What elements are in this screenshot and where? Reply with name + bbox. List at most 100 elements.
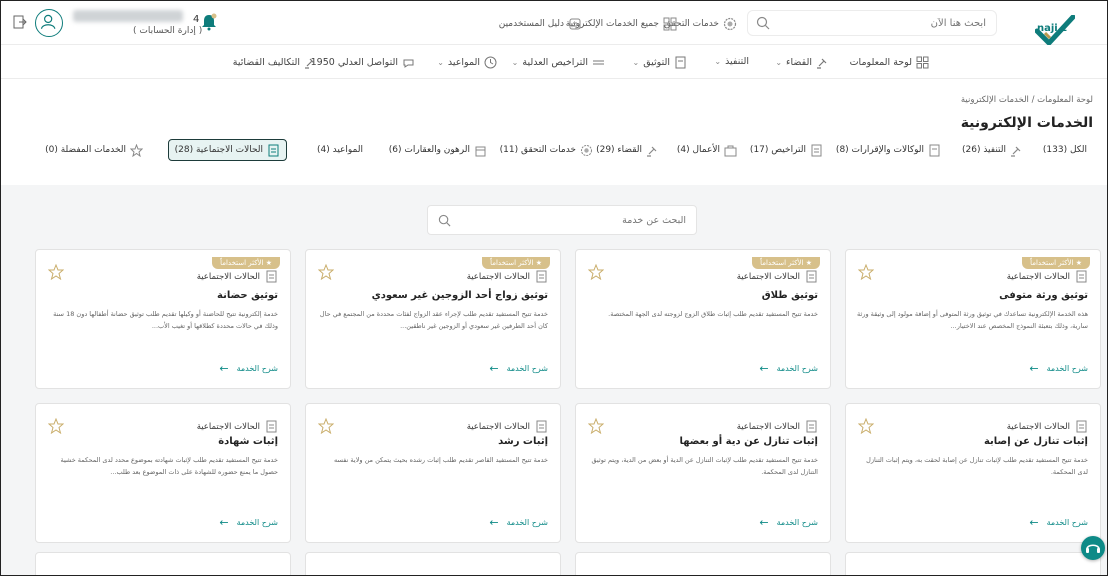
tab-social-status[interactable]: الحالات الاجتماعية (28) [167, 139, 287, 161]
tab-judiciary[interactable]: القضاء (29) [590, 139, 665, 161]
logout-icon[interactable] [13, 15, 27, 29]
nav-judicial-contact[interactable]: التواصل العدلي 1950 [311, 56, 415, 69]
social-doc-icon [806, 420, 817, 433]
tab-licenses[interactable]: التراخيص (17) [744, 139, 829, 161]
nav-judicial-licenses[interactable]: التراخيص العدلية ⌄ [512, 56, 605, 69]
service-details-label: شرح الخدمة [236, 518, 278, 527]
tab-agencies[interactable]: الوكالات والإقرارات (8) [830, 139, 947, 161]
service-card[interactable]: الحالات الاجتماعية إثبات رشد خدمة تتيح ا… [305, 403, 561, 543]
najiz-logo[interactable]: naji z [1029, 9, 1089, 47]
top-search-input[interactable] [776, 11, 986, 35]
user-avatar[interactable] [35, 9, 63, 37]
gavel-icon [1011, 146, 1021, 157]
headset-icon [1086, 544, 1100, 553]
service-card[interactable]: ★ الأكثر استخداماً الحالات الاجتماعية تو… [35, 249, 291, 389]
card-category: الحالات الاجتماعية [1007, 420, 1088, 433]
nav-enforcement[interactable]: التنفيذ ⌄ [714, 56, 749, 67]
top-search-box[interactable] [747, 10, 997, 36]
nav-judicial-costs[interactable]: التكاليف القضائية [233, 56, 317, 69]
verify-badge-icon [581, 144, 592, 156]
nav-judicial-licenses-label: التراخيص العدلية [522, 57, 588, 68]
main-nav: لوحة المعلومات القضاء ⌄ التنفيذ ⌄ التوثي… [1, 45, 1107, 79]
service-card-partial[interactable] [575, 552, 831, 575]
favorite-star-icon[interactable] [858, 264, 874, 280]
card-category-label: الحالات الاجتماعية [196, 421, 260, 432]
top-header: naji z خدمات التحقق جميع الخدمات ال [1, 1, 1107, 47]
card-category-label: الحالات الاجتماعية [1006, 421, 1070, 432]
verify-badge-icon [723, 17, 737, 31]
manage-accounts-link[interactable]: ( إدارة الحسابات ) [133, 26, 202, 36]
service-details-link[interactable]: شرح الخدمة ← [1029, 362, 1088, 375]
support-chat-button[interactable] [1081, 536, 1105, 560]
service-card[interactable]: ★ الأكثر استخداماً الحالات الاجتماعية تو… [575, 249, 831, 389]
favorite-star-icon[interactable] [48, 264, 64, 280]
gavel-icon [817, 58, 827, 69]
nav-documentation[interactable]: التوثيق ⌄ [633, 56, 687, 69]
breadcrumb[interactable]: لوحة المعلومات / الخدمات الإلكترونية [961, 95, 1093, 105]
favorite-star-icon[interactable] [858, 418, 874, 434]
dashboard-icon [916, 56, 929, 69]
service-card-partial[interactable] [305, 552, 561, 575]
nav-dashboard[interactable]: لوحة المعلومات [850, 56, 929, 69]
card-description: خدمة تتيح المستفيد تقديم طلب إثبات طلاق … [608, 310, 818, 318]
nav-enforcement-label: التنفيذ [725, 56, 749, 67]
service-details-link[interactable]: شرح الخدمة ← [759, 516, 818, 529]
favorite-star-icon[interactable] [318, 418, 334, 434]
service-card-partial[interactable] [845, 552, 1101, 575]
tab-mortgages[interactable]: الرهون والعقارات (6) [383, 139, 493, 161]
tab-enforcement[interactable]: التنفيذ (26) [956, 139, 1029, 161]
card-description: خدمة تتيح المستفيد تقديم طلب لإثبات شهاد… [60, 456, 278, 476]
nav-judiciary[interactable]: القضاء ⌄ [775, 56, 829, 69]
tab-business[interactable]: الأعمال (4) [671, 139, 743, 161]
service-card[interactable]: ★ الأكثر استخداماً الحالات الاجتماعية تو… [305, 249, 561, 389]
service-card[interactable]: الحالات الاجتماعية إثبات تنازل عن إصابة … [845, 403, 1101, 543]
nav-judicial-contact-label: التواصل العدلي 1950 [310, 57, 398, 68]
social-doc-icon [266, 270, 277, 283]
tab-judiciary-label: القضاء (29) [596, 145, 642, 155]
card-description: هذه الخدمة الإلكترونية تساعدك في توثيق و… [857, 310, 1088, 330]
search-icon [756, 16, 770, 30]
license-icon [593, 60, 604, 65]
card-category-label: الحالات الاجتماعية [196, 271, 260, 282]
service-search-input[interactable] [466, 206, 686, 234]
card-category: الحالات الاجتماعية [197, 270, 278, 283]
notification-bell-icon[interactable] [201, 13, 217, 31]
social-doc-icon [536, 420, 547, 433]
card-title: توثيق حضانة [217, 290, 278, 301]
all-services-link[interactable]: جميع الخدمات الإلكترونية [566, 17, 677, 31]
service-card[interactable]: الحالات الاجتماعية إثبات تنازل عن دية أو… [575, 403, 831, 543]
service-details-link[interactable]: شرح الخدمة ← [1029, 516, 1088, 529]
arrow-left-icon: ← [489, 362, 499, 375]
service-details-link[interactable]: شرح الخدمة ← [489, 362, 548, 375]
card-description: خدمة تتيح المستفيد تقديم طلب لإثبات التن… [591, 456, 818, 476]
nav-appointments[interactable]: المواعيد ⌄ [437, 56, 497, 69]
service-card-partial[interactable] [35, 552, 291, 575]
star-icon [130, 143, 143, 157]
tab-favorites[interactable]: الخدمات المفضلة (0) [39, 139, 149, 161]
service-details-label: شرح الخدمة [1046, 518, 1088, 527]
service-card[interactable]: ★ الأكثر استخداماً الحالات الاجتماعية تو… [845, 249, 1101, 389]
document-icon [675, 56, 686, 69]
user-icon [40, 14, 56, 29]
chevron-down-icon: ⌄ [511, 58, 519, 67]
service-details-link[interactable]: شرح الخدمة ← [219, 516, 278, 529]
arrow-left-icon: ← [1029, 362, 1039, 375]
chevron-down-icon: ⌄ [437, 58, 444, 67]
category-tabs: الكل (133) التنفيذ (26) الوكالات والإقرا… [1, 139, 1107, 165]
service-search-box[interactable] [427, 205, 697, 235]
service-details-link[interactable]: شرح الخدمة ← [489, 516, 548, 529]
favorite-star-icon[interactable] [588, 264, 604, 280]
service-details-label: شرح الخدمة [236, 364, 278, 373]
service-card[interactable]: الحالات الاجتماعية إثبات شهادة خدمة تتيح… [35, 403, 291, 543]
chevron-down-icon: ⌄ [775, 58, 783, 67]
favorite-star-icon[interactable] [588, 418, 604, 434]
tab-appointments[interactable]: المواعيد (4) [311, 139, 369, 161]
service-details-link[interactable]: شرح الخدمة ← [759, 362, 818, 375]
favorite-star-icon[interactable] [318, 264, 334, 280]
service-details-link[interactable]: شرح الخدمة ← [219, 362, 278, 375]
user-guide-link[interactable]: دليل المستخدمين [499, 17, 582, 31]
tab-verification[interactable]: خدمات التحقق (11) [494, 139, 599, 161]
tab-all[interactable]: الكل (133) [1037, 139, 1093, 161]
tab-all-label: الكل (133) [1042, 145, 1087, 155]
favorite-star-icon[interactable] [48, 418, 64, 434]
